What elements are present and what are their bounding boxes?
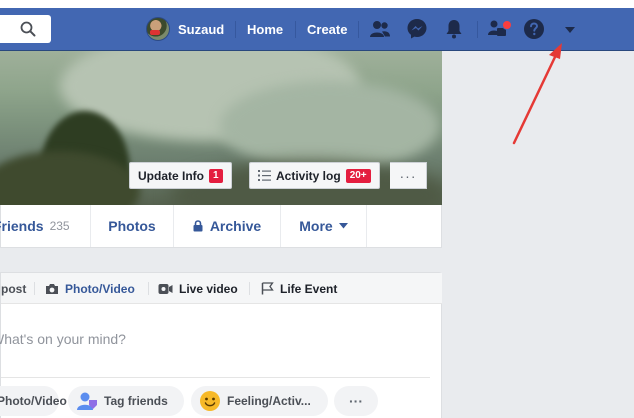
live-video-tab[interactable]: Live video xyxy=(158,273,238,304)
profile-name: Suzaud xyxy=(178,21,225,37)
create-post-label: post xyxy=(1,281,27,296)
help-icon[interactable] xyxy=(522,17,546,41)
cover-more-button[interactable]: ··· xyxy=(390,162,427,189)
composer-divider xyxy=(249,282,250,295)
messenger-icon[interactable] xyxy=(405,17,429,41)
chevron-down-icon xyxy=(338,223,348,229)
tab-friends[interactable]: Friends 235 xyxy=(0,205,91,247)
update-info-label: Update Info xyxy=(138,168,204,183)
tab-more[interactable]: More xyxy=(281,205,367,247)
tab-archive[interactable]: Archive xyxy=(174,205,281,247)
update-info-button[interactable]: Update Info 1 xyxy=(129,162,232,189)
search-input[interactable] xyxy=(0,15,51,43)
tab-photos[interactable]: Photos xyxy=(91,205,174,247)
life-event-tab[interactable]: Life Event xyxy=(261,273,337,304)
photo-video-pill-label: Photo/Video xyxy=(0,394,67,408)
create-post-tab[interactable]: post xyxy=(1,273,26,304)
list-icon xyxy=(258,170,271,181)
nav-divider xyxy=(235,21,236,38)
profile-link[interactable]: Suzaud xyxy=(146,15,224,43)
photo-video-pill[interactable]: Photo/Video xyxy=(0,386,67,416)
nav-divider xyxy=(295,21,296,38)
home-label: Home xyxy=(247,21,284,37)
camera-icon xyxy=(46,283,58,294)
home-link[interactable]: Home xyxy=(247,15,283,43)
activity-log-button[interactable]: Activity log 20+ xyxy=(249,162,380,189)
feeling-activity-pill[interactable]: Feeling/Activ... xyxy=(191,386,328,416)
search-icon[interactable] xyxy=(20,21,36,37)
video-camera-icon xyxy=(158,283,173,294)
tag-friends-pill[interactable]: Tag friends xyxy=(68,386,184,416)
composer-divider xyxy=(34,282,35,295)
nav-divider xyxy=(477,21,478,38)
create-link[interactable]: Create xyxy=(307,15,347,43)
tab-photos-label: Photos xyxy=(108,218,156,234)
activity-log-label: Activity log xyxy=(276,168,341,183)
activity-log-count-badge: 20+ xyxy=(345,168,371,183)
account-menu-chevron-icon[interactable] xyxy=(558,17,582,41)
nav-divider xyxy=(358,21,359,38)
friend-requests-icon[interactable] xyxy=(368,17,392,41)
window-top-edge xyxy=(0,0,634,8)
photo-video-tab[interactable]: Photo/Video xyxy=(45,273,135,304)
live-video-label: Live video xyxy=(179,281,238,296)
composer-divider xyxy=(1,377,430,378)
composer-tabs: post Photo/Video Live video Life Event xyxy=(1,273,442,304)
profile-tabs: Friends 235 Photos Archive More xyxy=(0,205,442,248)
tag-friends-icon xyxy=(77,392,97,410)
composer-divider xyxy=(148,282,149,295)
smiley-icon xyxy=(200,391,220,411)
composer-text-input[interactable]: What's on your mind? xyxy=(0,331,126,347)
photo-video-label: Photo/Video xyxy=(65,281,135,296)
feeling-activity-label: Feeling/Activ... xyxy=(227,394,311,408)
notification-dot xyxy=(502,20,512,30)
notifications-icon[interactable] xyxy=(442,17,466,41)
post-composer: post Photo/Video Live video Life Event W… xyxy=(0,272,442,418)
tab-friends-label: Friends xyxy=(0,218,44,234)
friends-count: 235 xyxy=(49,219,70,233)
tag-friends-label: Tag friends xyxy=(104,394,168,408)
top-navigation-bar: Suzaud Home Create xyxy=(0,8,634,51)
update-info-count-badge: 1 xyxy=(209,168,223,183)
avatar xyxy=(146,17,170,41)
life-event-label: Life Event xyxy=(280,281,338,296)
composer-more-button[interactable]: ··· xyxy=(334,386,378,416)
flag-icon xyxy=(261,282,274,295)
cover-haze xyxy=(220,81,440,171)
lock-icon xyxy=(193,220,203,232)
tab-archive-label: Archive xyxy=(209,218,262,234)
tab-more-label: More xyxy=(299,218,333,234)
create-label: Create xyxy=(307,21,348,37)
cover-photo: Update Info 1 Activity log 20+ ··· xyxy=(0,51,442,205)
